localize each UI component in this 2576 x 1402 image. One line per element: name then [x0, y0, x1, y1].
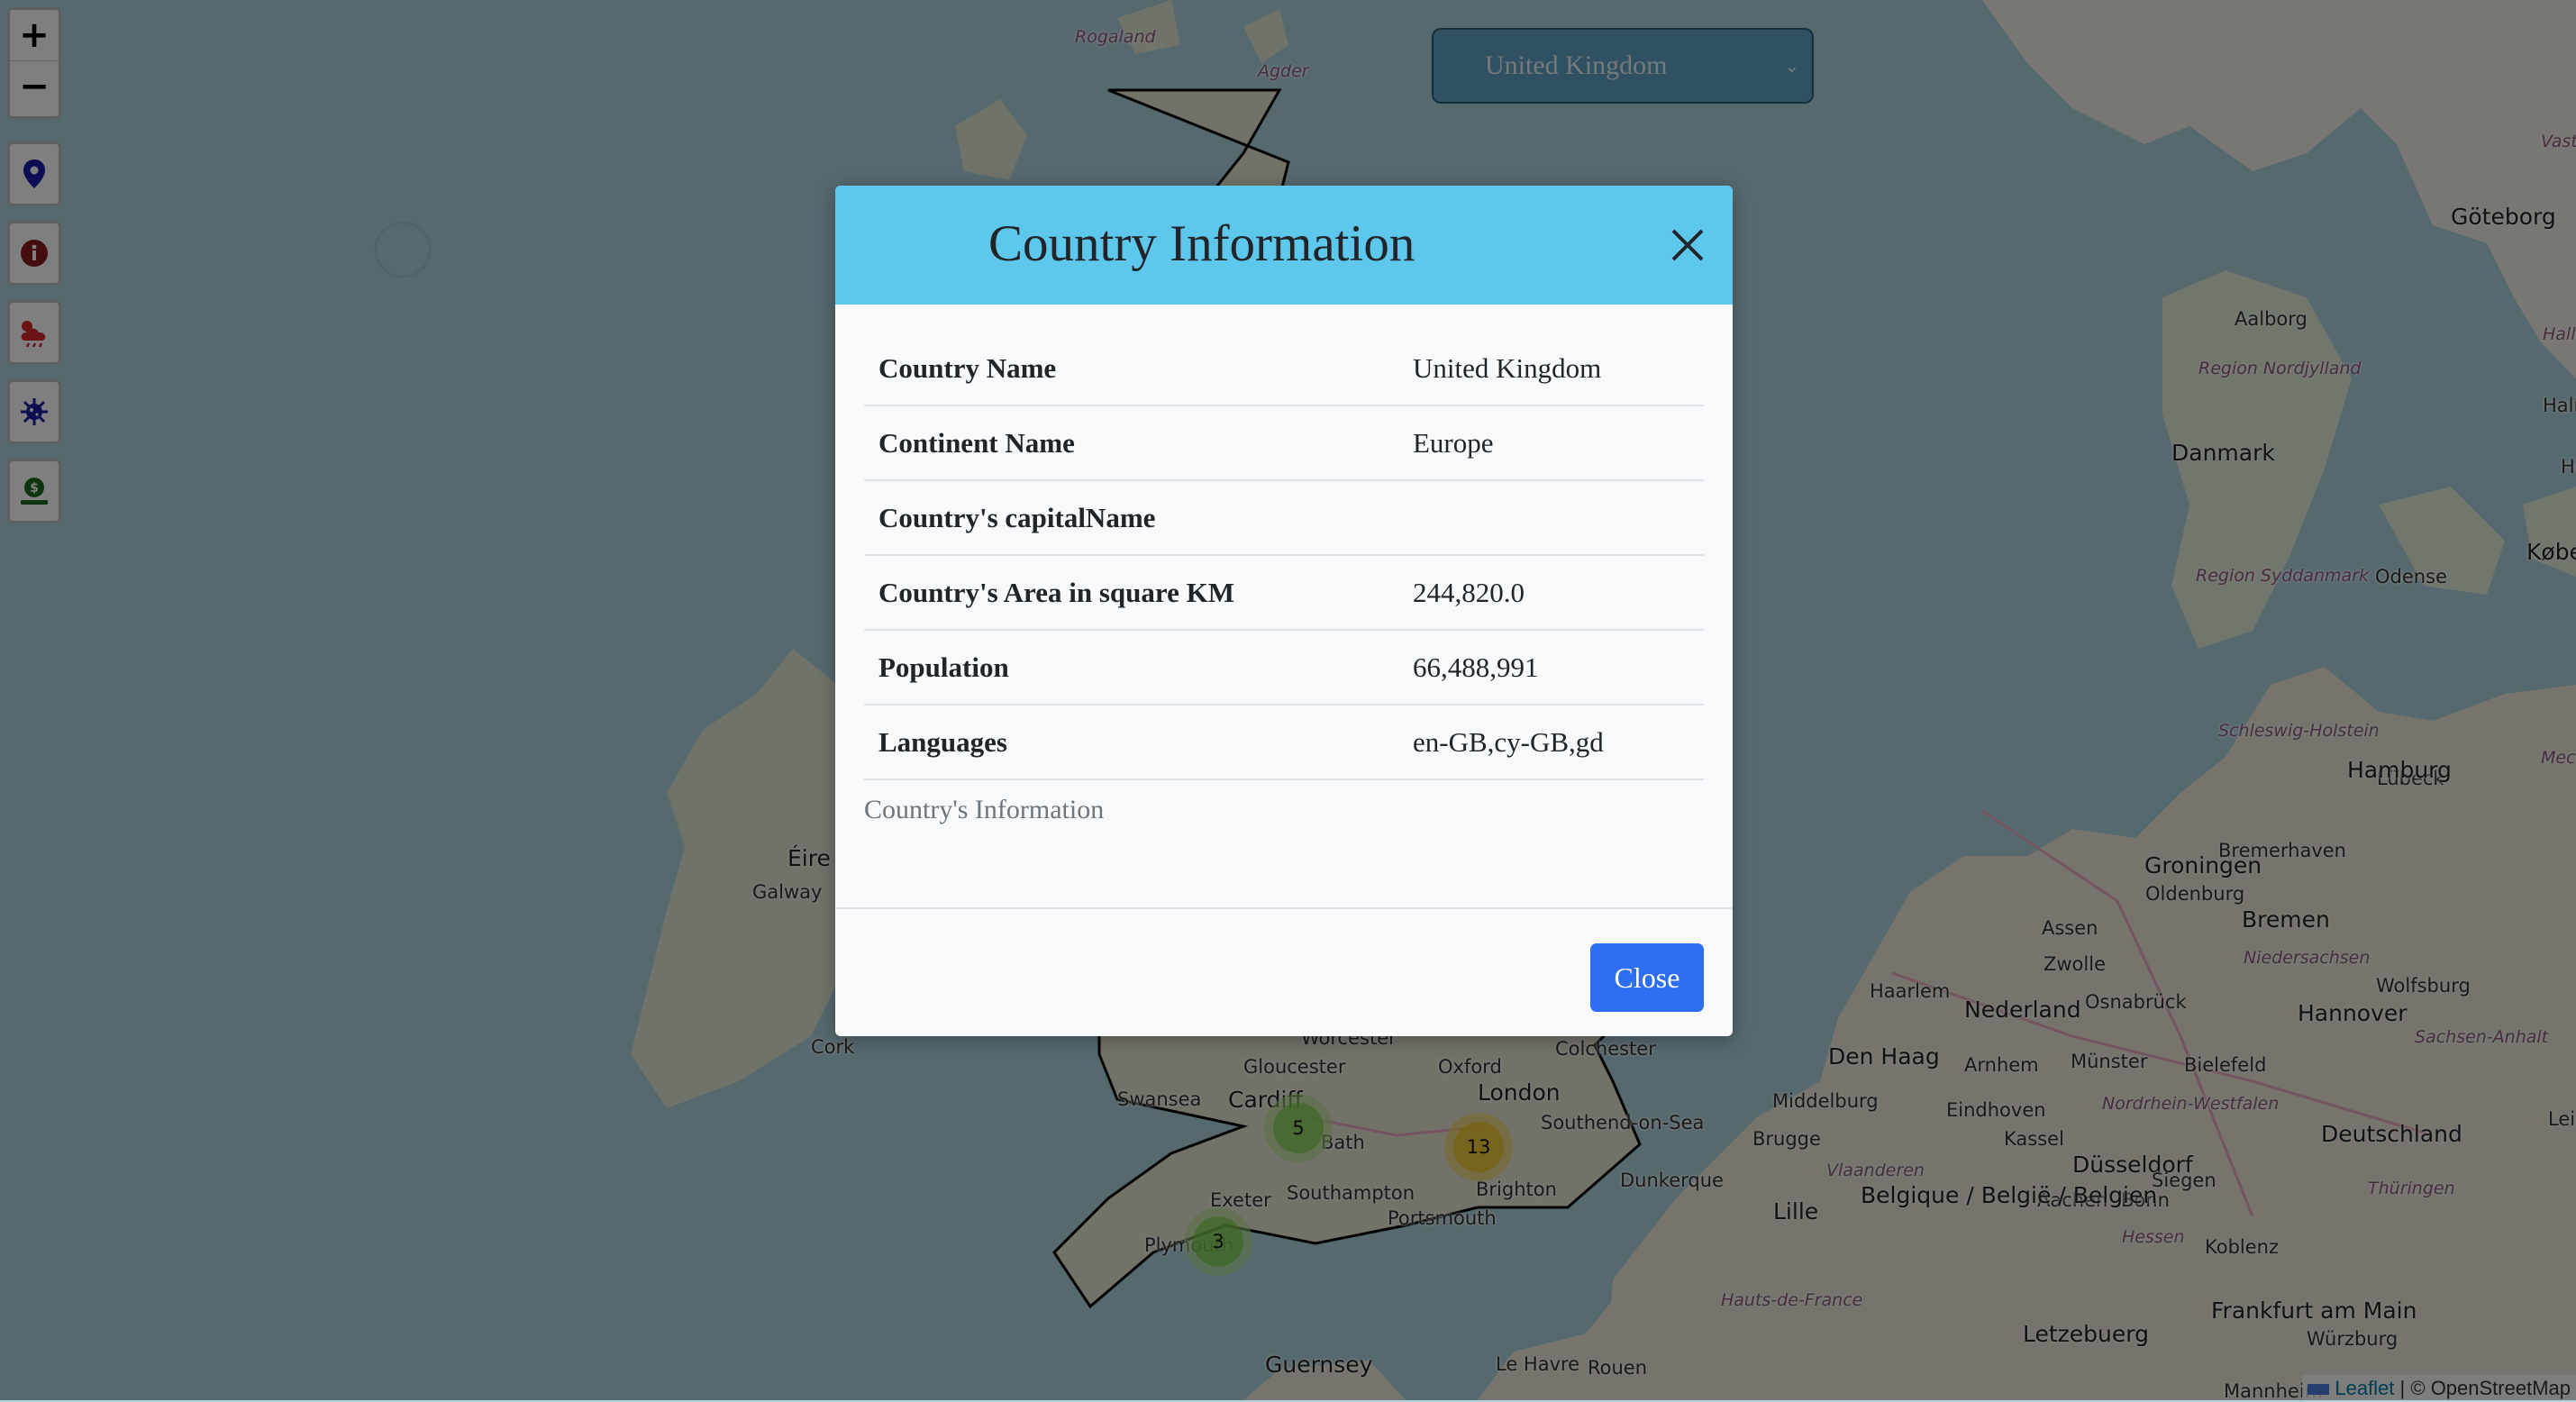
country-info-table: Country Name United Kingdom Continent Na…	[864, 332, 1704, 780]
modal-footer: Close	[835, 907, 1733, 1036]
row-value	[1398, 480, 1704, 556]
modal-body: Country Name United Kingdom Continent Na…	[864, 332, 1704, 780]
table-row: Population 66,488,991	[864, 630, 1704, 706]
row-value: Europe	[1398, 405, 1704, 481]
table-row: Country Name United Kingdom	[864, 332, 1704, 406]
table-caption: Country's Information	[864, 795, 1105, 824]
country-info-modal: Country Information Country Name United …	[835, 186, 1733, 1036]
table-row: Languages en-GB,cy-GB,gd	[864, 705, 1704, 780]
table-row: Country's capitalName	[864, 480, 1704, 556]
close-button[interactable]: Close	[1590, 943, 1704, 1012]
row-value: United Kingdom	[1398, 332, 1704, 406]
close-icon[interactable]	[1666, 223, 1709, 267]
row-value: 66,488,991	[1398, 630, 1704, 706]
row-label: Country's Area in square KM	[864, 555, 1398, 631]
table-row: Country's Area in square KM 244,820.0	[864, 555, 1704, 631]
row-label: Country Name	[864, 332, 1398, 406]
row-value: 244,820.0	[1398, 555, 1704, 631]
modal-header: Country Information	[835, 186, 1733, 305]
modal-title: Country Information	[988, 215, 1415, 272]
table-row: Continent Name Europe	[864, 405, 1704, 481]
row-label: Country's capitalName	[864, 480, 1398, 556]
row-label: Languages	[864, 705, 1398, 780]
row-value: en-GB,cy-GB,gd	[1398, 705, 1704, 780]
row-label: Continent Name	[864, 405, 1398, 481]
row-label: Population	[864, 630, 1398, 706]
